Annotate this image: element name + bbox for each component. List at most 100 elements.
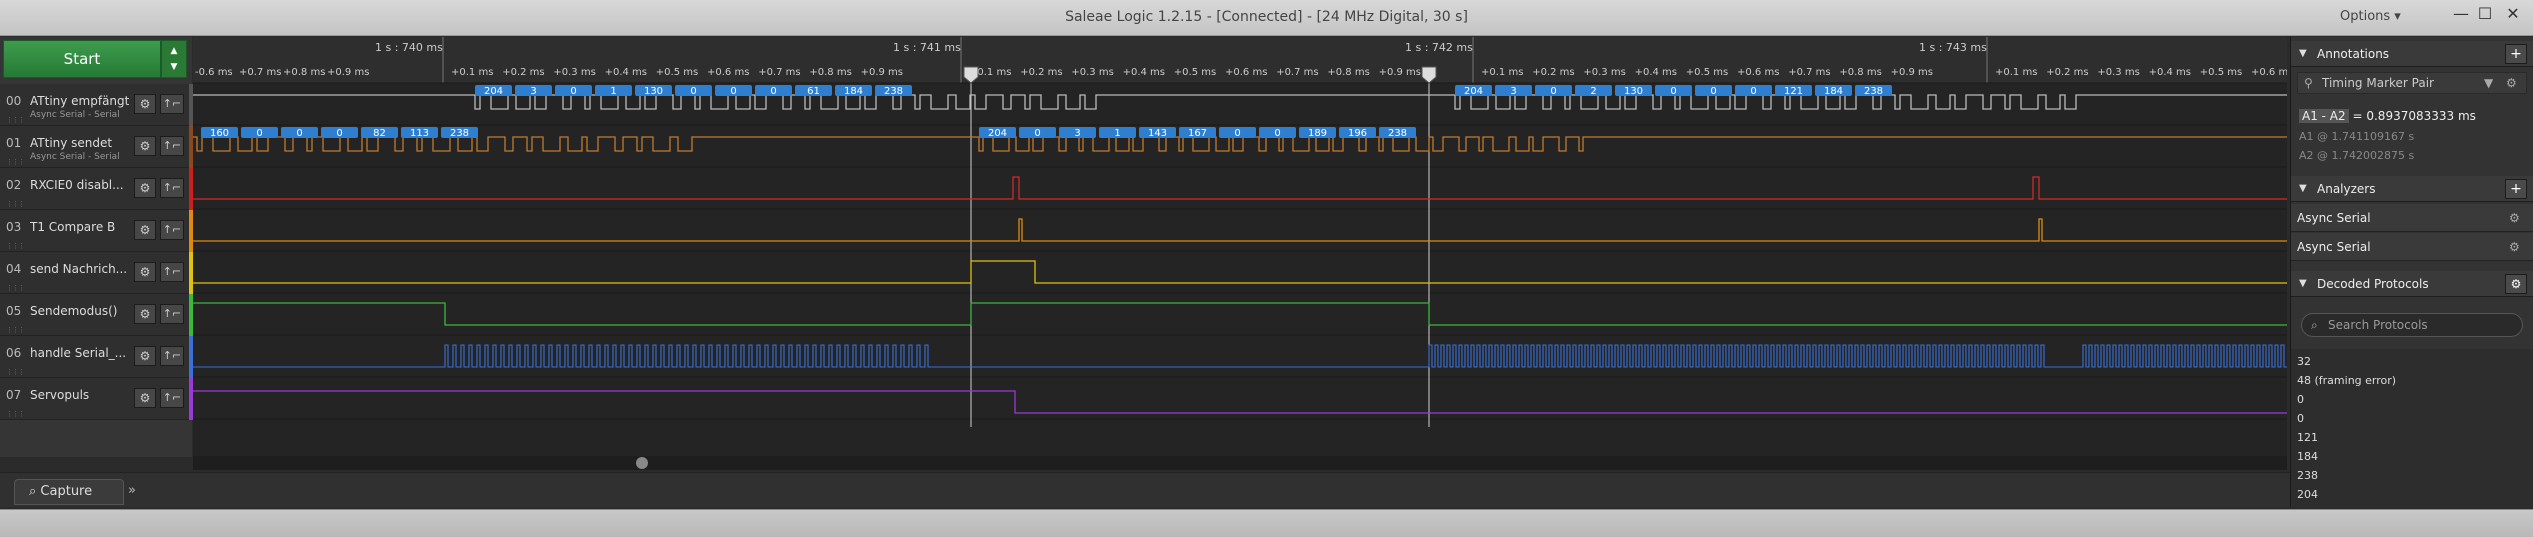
decoded-value-label: 61	[807, 86, 820, 97]
trigger-edge-icon[interactable]: ↑⌐	[160, 94, 184, 114]
drag-handle-icon[interactable]: ⋮⋮⋮	[6, 242, 25, 250]
analyzer-gear-icon[interactable]: ⚙	[2509, 233, 2520, 261]
decoded-protocols-gear-icon[interactable]: ⚙	[2505, 274, 2527, 294]
channel-gear-icon[interactable]: ⚙	[134, 388, 156, 408]
decoded-value-label: 113	[410, 128, 429, 139]
channel-name[interactable]: ATtiny empfängt	[30, 94, 130, 108]
decoded-value-label: 204	[484, 86, 503, 97]
channel-name[interactable]: T1 Compare B	[30, 220, 130, 234]
minor-tick-label: +0.9 ms	[327, 67, 369, 78]
channel-name[interactable]: send Nachrich...	[30, 262, 130, 276]
analyzers-header-label: Analyzers	[2317, 182, 2376, 196]
channel-gear-icon[interactable]: ⚙	[134, 94, 156, 114]
channel-gear-icon[interactable]: ⚙	[134, 178, 156, 198]
maximize-button[interactable]: ☐	[2470, 4, 2500, 28]
decoded-protocol-item[interactable]: 0	[2297, 412, 2304, 425]
major-tick-label: 1 s : 742 ms	[1405, 41, 1473, 54]
decoded-protocols-header[interactable]: ▼ Decoded Protocols ⚙	[2291, 271, 2533, 297]
add-annotation-button[interactable]: +	[2505, 44, 2527, 64]
decoded-protocol-item[interactable]: 121	[2297, 431, 2318, 444]
decoded-protocol-item[interactable]: 204	[2297, 488, 2318, 501]
minor-tick-label: +0.9 ms	[1891, 67, 1933, 78]
decoded-value-label: 184	[844, 86, 863, 97]
channel-row[interactable]: 02 RXCIE0 disabl... ⚙ ↑⌐ ⋮⋮⋮	[0, 168, 193, 210]
channel-gear-icon[interactable]: ⚙	[134, 136, 156, 156]
minor-tick-label: -0.6 ms	[195, 67, 233, 78]
analyzer-label: Async Serial	[2297, 211, 2371, 225]
add-analyzer-button[interactable]: +	[2505, 179, 2527, 199]
scrollbar-thumb[interactable]	[636, 457, 648, 469]
tab-capture[interactable]: ⌕ Capture	[14, 479, 124, 505]
channel-gear-icon[interactable]: ⚙	[134, 262, 156, 282]
analyzer-item[interactable]: Async Serial ⚙	[2291, 233, 2533, 261]
trigger-edge-icon[interactable]: ↑⌐	[160, 220, 184, 240]
marker-a2: A2 @ 1.742002875 s	[2299, 149, 2414, 162]
analyzer-gear-icon[interactable]: ⚙	[2509, 204, 2520, 232]
minor-tick-label: +0.4 ms	[1635, 67, 1677, 78]
decoded-protocol-item[interactable]: 48 (framing error)	[2297, 374, 2396, 387]
analyzers-header[interactable]: ▼ Analyzers +	[2291, 176, 2533, 202]
trigger-edge-icon[interactable]: ↑⌐	[160, 136, 184, 156]
minor-tick-label: +0.7 ms	[1276, 67, 1318, 78]
channel-name[interactable]: RXCIE0 disabl...	[30, 178, 130, 192]
decoded-value-label: 0	[1234, 128, 1240, 139]
trigger-edge-icon[interactable]: ↑⌐	[160, 178, 184, 198]
channel-name[interactable]: ATtiny sendet	[30, 136, 130, 150]
channel-name[interactable]: Servopuls	[30, 388, 130, 402]
options-menu[interactable]: Options ▾	[2340, 9, 2401, 24]
decoded-value-label: 0	[1670, 86, 1676, 97]
trigger-edge-icon[interactable]: ↑⌐	[160, 388, 184, 408]
channel-name[interactable]: Sendemodus()	[30, 304, 130, 318]
pin-icon: ⚲	[2304, 76, 2313, 90]
decoded-value-label: 3	[1074, 128, 1080, 139]
channel-name[interactable]: handle Serial_...	[30, 346, 130, 360]
trigger-edge-icon[interactable]: ↑⌐	[160, 304, 184, 324]
search-protocols-input[interactable]: ⌕ Search Protocols	[2301, 313, 2523, 337]
start-options-button[interactable]: ▲ ▼	[161, 40, 187, 78]
decoded-protocol-item[interactable]: 238	[2297, 469, 2318, 482]
decoded-protocol-item[interactable]: 32	[2297, 355, 2311, 368]
drag-handle-icon[interactable]: ⋮⋮⋮	[6, 158, 25, 166]
drag-handle-icon[interactable]: ⋮⋮⋮	[6, 410, 25, 418]
drag-handle-icon[interactable]: ⋮⋮⋮	[6, 368, 25, 376]
channel-gear-icon[interactable]: ⚙	[134, 304, 156, 324]
channel-row[interactable]: 04 send Nachrich... ⚙ ↑⌐ ⋮⋮⋮	[0, 252, 193, 294]
decoded-value-label: 0	[1550, 86, 1556, 97]
decoded-protocol-item[interactable]: 0	[2297, 393, 2304, 406]
decoded-value-label: 1	[610, 86, 616, 97]
horizontal-scrollbar[interactable]	[193, 456, 2287, 470]
start-button[interactable]: Start	[3, 40, 161, 78]
decoded-value-label: 0	[770, 86, 776, 97]
decoded-protocol-item[interactable]: 184	[2297, 450, 2318, 463]
drag-handle-icon[interactable]: ⋮⋮⋮	[6, 200, 25, 208]
minor-tick-label: +0.1 ms	[451, 67, 493, 78]
major-tick-label: 1 s : 741 ms	[893, 41, 961, 54]
collapse-triangle-icon: ▼	[2299, 183, 2307, 194]
channel-row[interactable]: 07 Servopuls ⚙ ↑⌐ ⋮⋮⋮	[0, 378, 193, 420]
minor-tick-label: +0.4 ms	[1123, 67, 1165, 78]
capture-icon: ⌕	[29, 484, 41, 499]
drag-handle-icon[interactable]: ⋮⋮⋮	[6, 326, 25, 334]
channel-row[interactable]: 00 ATtiny empfängt Async Serial - Serial ⚙ ↑…	[0, 84, 193, 126]
marker-gear-icon[interactable]: ⚙	[2506, 73, 2517, 93]
decoded-protocols-list[interactable]: 32 48 (framing error) 0 0 121 184 238 204	[2291, 349, 2533, 507]
close-button[interactable]: ✕	[2498, 4, 2528, 28]
dropdown-icon[interactable]: ▼	[2484, 73, 2493, 93]
channel-row[interactable]: 05 Sendemodus() ⚙ ↑⌐ ⋮⋮⋮	[0, 294, 193, 336]
decoded-value-label: 189	[1308, 128, 1327, 139]
drag-handle-icon[interactable]: ⋮⋮⋮	[6, 116, 25, 124]
drag-handle-icon[interactable]: ⋮⋮⋮	[6, 284, 25, 292]
channel-row[interactable]: 06 handle Serial_... ⚙ ↑⌐ ⋮⋮⋮	[0, 336, 193, 378]
trigger-edge-icon[interactable]: ↑⌐	[160, 346, 184, 366]
decoded-value-label: 0	[256, 128, 262, 139]
analyzer-item[interactable]: Async Serial ⚙	[2291, 204, 2533, 232]
channel-row[interactable]: 03 T1 Compare B ⚙ ↑⌐ ⋮⋮⋮	[0, 210, 193, 252]
channel-gear-icon[interactable]: ⚙	[134, 220, 156, 240]
annotations-header[interactable]: ▼ Annotations +	[2291, 41, 2533, 67]
channel-row[interactable]: 01 ATtiny sendet Async Serial - Serial ⚙ ↑⌐ ⋮…	[0, 126, 193, 168]
channel-gear-icon[interactable]: ⚙	[134, 346, 156, 366]
waveform-view[interactable]: 1 s : 740 ms 1 s : 741 ms 1 s : 742 ms 1 s …	[193, 37, 2287, 457]
more-tabs-button[interactable]: »	[128, 483, 136, 498]
trigger-edge-icon[interactable]: ↑⌐	[160, 262, 184, 282]
timing-marker-pair-row[interactable]: ⚲ Timing Marker Pair ▼ ⚙	[2297, 72, 2527, 94]
